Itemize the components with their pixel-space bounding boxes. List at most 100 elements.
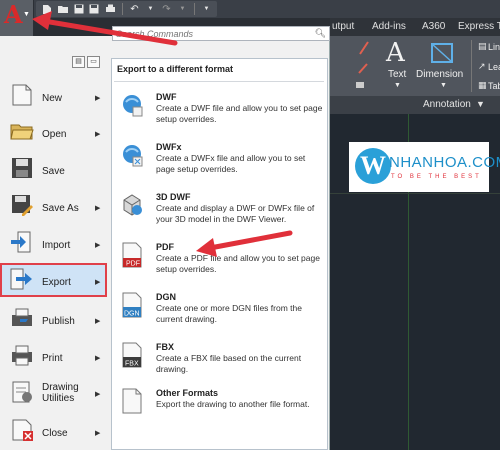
menu-item-close[interactable]: Close ▶ (0, 414, 107, 448)
menu-item-label: Publish (42, 316, 75, 327)
menu-item-label: New (42, 93, 63, 104)
tab-express-tools[interactable]: Express To (458, 21, 500, 32)
watermark-logo: W NHANHOA.COM TO BE THE BEST (349, 142, 500, 192)
ribbon-icons (356, 41, 369, 88)
tab-a360[interactable]: A360 (422, 21, 445, 32)
save-as-icon (10, 194, 34, 216)
svg-text:FBX: FBX (125, 361, 139, 368)
new-icon[interactable] (40, 3, 53, 16)
menu-item-print[interactable]: Print ▶ (0, 339, 107, 373)
export-option-dwfx[interactable]: DWFx Create a DWFx file and allow you to… (113, 138, 326, 186)
chevron-down-icon[interactable]: ▼ (440, 82, 447, 89)
ribbon-text-label[interactable]: Text (388, 69, 406, 80)
recent-documents-view-controls: ▤ ▭ (72, 56, 100, 68)
search-icon[interactable]: 🔍︎ (315, 28, 326, 39)
search-commands-box[interactable]: 🔍︎ (112, 26, 330, 41)
leader-icon[interactable]: ↗ (478, 61, 486, 72)
option-title: FBX (156, 342, 174, 352)
menu-item-save[interactable]: Save (0, 152, 107, 186)
svg-text:PDF: PDF (126, 261, 140, 268)
fbx-icon: FBX (120, 342, 144, 368)
pdf-icon: PDF (120, 242, 144, 268)
undo-icon[interactable]: ↶ (128, 3, 141, 16)
chevron-down-icon[interactable]: ▼ (476, 99, 485, 109)
save-as-icon[interactable] (88, 3, 101, 16)
option-description: Create and display a DWF or DWFx file of… (156, 203, 315, 224)
export-option-dwf[interactable]: DWF Create a DWF file and allow you to s… (113, 88, 326, 136)
ribbon-small-table[interactable]: Tab (488, 81, 500, 91)
chevron-down-icon[interactable]: ▼ (394, 82, 401, 89)
svg-text:DGN: DGN (124, 311, 140, 318)
chevron-right-icon: ▶ (95, 318, 101, 325)
menu-item-open[interactable]: Open ▶ (0, 115, 107, 149)
option-description: Create one or more DGN files from the cu… (156, 303, 302, 324)
option-title: PDF (156, 242, 174, 252)
option-title: Other Formats (156, 388, 219, 398)
chevron-right-icon: ▶ (95, 430, 101, 437)
printer-icon (10, 344, 34, 366)
annotation-panel-bar (330, 96, 500, 114)
annotation-panel-label[interactable]: Annotation (423, 99, 471, 110)
tab-add-ins[interactable]: Add-ins (372, 21, 406, 32)
menu-item-drawing-utilities[interactable]: Drawing Utilities ▶ (0, 376, 107, 410)
chevron-right-icon: ▶ (95, 95, 101, 102)
line-icon[interactable]: ▤ (478, 41, 487, 52)
redo-icon[interactable]: ↷ (160, 3, 173, 16)
export-option-pdf[interactable]: PDF PDF Create a PDF file and allow you … (113, 238, 326, 286)
other-formats-icon (120, 388, 144, 414)
ribbon-dimension-label[interactable]: Dimension (416, 69, 463, 80)
toolbar-separator (122, 3, 123, 15)
grid-axis-x (330, 193, 500, 194)
chevron-down-icon[interactable]: ▼ (176, 3, 189, 16)
dwf-icon (120, 92, 144, 118)
tab-output[interactable]: utput (332, 21, 354, 32)
logo-letter: W (355, 148, 391, 184)
open-documents-icon[interactable]: ▭ (87, 56, 100, 68)
logo-brand: NHANHOA.COM (389, 154, 500, 171)
search-input[interactable] (113, 27, 303, 40)
table-icon[interactable]: ▦ (478, 80, 487, 91)
menu-item-label: Save As (42, 203, 79, 214)
dropdown-icon[interactable]: ▼ (200, 3, 213, 16)
export-option-3d-dwf[interactable]: 3D DWF Create and display a DWF or DWFx … (113, 188, 326, 236)
chevron-right-icon: ▶ (95, 131, 101, 138)
option-title: 3D DWF (156, 192, 191, 202)
drawing-utilities-icon (10, 381, 34, 403)
save-icon[interactable] (72, 3, 85, 16)
chevron-right-icon: ▶ (95, 242, 101, 249)
import-icon (10, 231, 34, 253)
menu-item-new[interactable]: New ▶ (0, 79, 107, 113)
chevron-right-icon: ▶ (95, 391, 101, 398)
autocad-logo-icon: A (4, 0, 23, 29)
option-title: DWF (156, 92, 177, 102)
menu-item-export[interactable]: Export ▶ (0, 263, 107, 297)
export-option-dgn[interactable]: DGN DGN Create one or more DGN files fro… (113, 288, 326, 336)
dwfx-icon (120, 142, 144, 168)
text-icon[interactable]: A (386, 38, 405, 68)
menu-item-label: Print (42, 353, 63, 364)
menu-item-save-as[interactable]: Save As ▶ (0, 189, 107, 223)
dgn-icon: DGN (120, 292, 144, 318)
publish-icon (10, 307, 34, 329)
ribbon-small-leader[interactable]: Lea (488, 62, 500, 72)
recent-documents-icon[interactable]: ▤ (72, 56, 85, 68)
chevron-right-icon: ▶ (95, 279, 101, 286)
print-icon[interactable] (104, 3, 117, 16)
option-description: Export the drawing to another file forma… (156, 399, 310, 409)
option-description: Create a FBX file based on the current d… (156, 353, 302, 374)
export-option-other-formats[interactable]: Other Formats Export the drawing to anot… (113, 384, 326, 432)
chevron-down-icon[interactable]: ▼ (144, 3, 157, 16)
option-description: Create a DWFx file and allow you to set … (156, 153, 306, 174)
dimension-icon[interactable] (430, 40, 456, 69)
menu-item-publish[interactable]: Publish ▶ (0, 302, 107, 336)
divider (114, 81, 324, 82)
menu-item-label-line2: Utilities (42, 393, 75, 404)
logo-tagline: TO BE THE BEST (391, 174, 482, 180)
vertical-separator (471, 40, 472, 92)
ribbon-small-line[interactable]: Line (488, 42, 500, 52)
menu-item-import[interactable]: Import ▶ (0, 226, 107, 260)
application-menu-button[interactable]: A ▼ (0, 0, 34, 36)
open-icon[interactable] (56, 3, 69, 16)
export-option-fbx[interactable]: FBX FBX Create a FBX file based on the c… (113, 338, 326, 386)
toolbar-separator (194, 3, 195, 15)
